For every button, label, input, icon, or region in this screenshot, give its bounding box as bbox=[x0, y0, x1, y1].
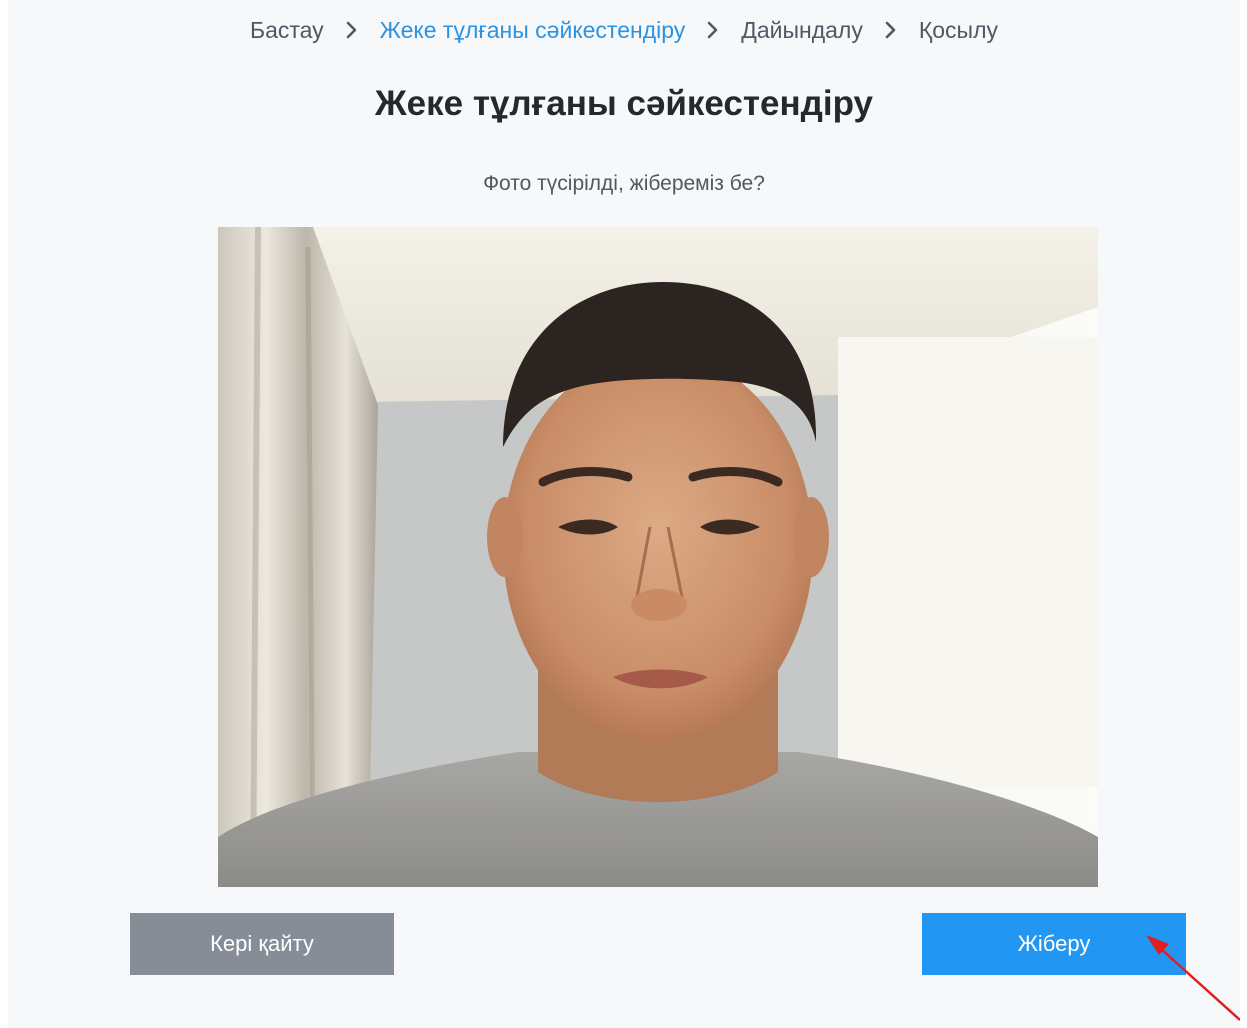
back-button[interactable]: Кері қайту bbox=[130, 913, 394, 975]
page-title: Жеке тұлғаны сәйкестендіру bbox=[375, 84, 873, 123]
chevron-right-icon bbox=[863, 16, 919, 44]
breadcrumb-item-start[interactable]: Бастау bbox=[250, 17, 324, 44]
breadcrumb: Бастау Жеке тұлғаны сәйкестендіру Дайынд… bbox=[8, 16, 1240, 44]
breadcrumb-item-connect[interactable]: Қосылу bbox=[919, 17, 998, 44]
confirmation-prompt: Фото түсірілді, жібереміз бе? bbox=[483, 172, 765, 195]
captured-photo bbox=[218, 227, 1098, 887]
chevron-right-icon bbox=[324, 16, 380, 44]
chevron-right-icon bbox=[685, 16, 741, 44]
breadcrumb-item-identification[interactable]: Жеке тұлғаны сәйкестендіру bbox=[380, 17, 686, 44]
send-button[interactable]: Жіберу bbox=[922, 913, 1186, 975]
breadcrumb-item-preparation[interactable]: Дайындалу bbox=[741, 17, 863, 44]
page: Бастау Жеке тұлғаны сәйкестендіру Дайынд… bbox=[8, 0, 1240, 1028]
